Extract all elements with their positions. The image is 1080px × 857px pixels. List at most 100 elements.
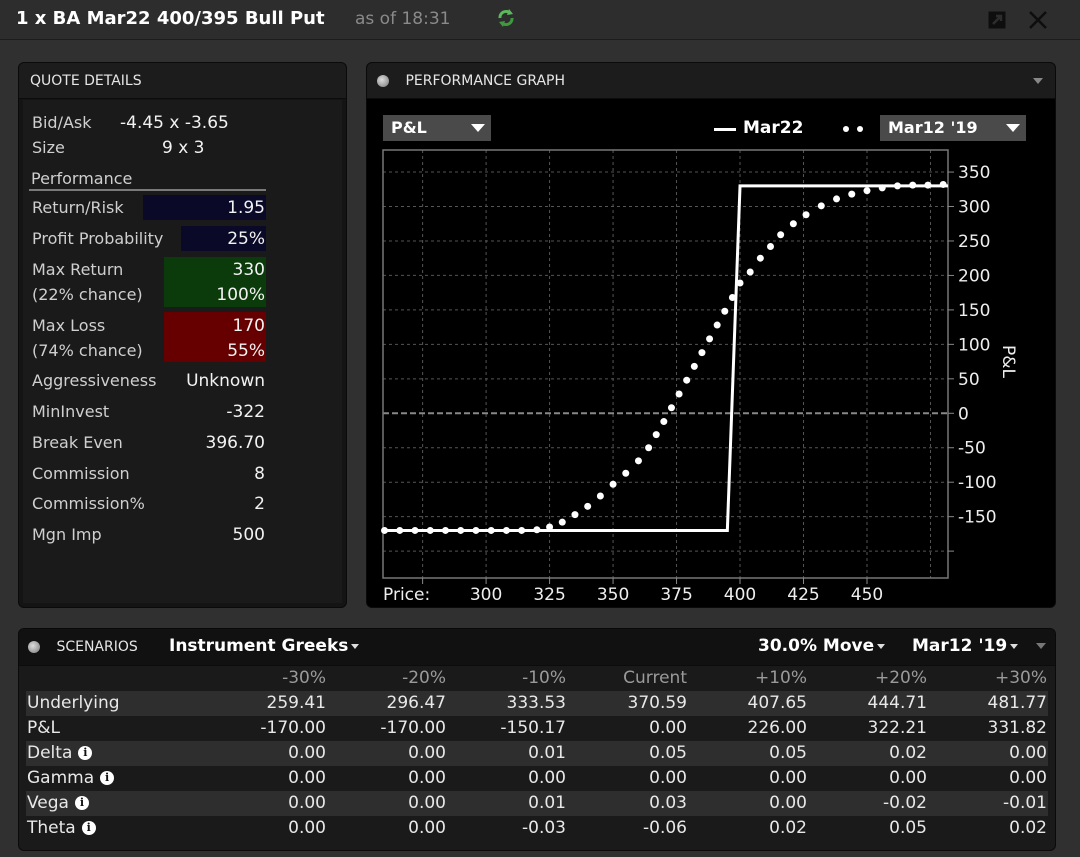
x-tick-label: 350 — [597, 585, 629, 605]
chevron-down-icon — [1006, 124, 1020, 132]
info-icon[interactable]: i — [78, 746, 93, 760]
table-cell: 296.47 — [386, 693, 446, 713]
table-cell: 0.01 — [528, 743, 566, 763]
table-cell: 0.00 — [408, 818, 446, 838]
column-header: -10% — [522, 668, 566, 688]
series-dotted-point — [645, 444, 653, 452]
scenario-date-dropdown-value: Mar12 '19 — [912, 636, 1008, 656]
series-dotted-point — [802, 211, 810, 219]
column-header: -30% — [282, 668, 326, 688]
quote-row-label: Commission% — [32, 494, 145, 513]
max-return-label: Max Return — [32, 260, 124, 279]
table-cell: 0.00 — [408, 793, 446, 813]
size-label: Size — [32, 138, 65, 157]
panel-menu-icon[interactable] — [1033, 78, 1043, 84]
table-cell: 0.02 — [1009, 818, 1047, 838]
panel-menu-icon[interactable] — [1036, 643, 1046, 649]
series-dotted-point — [789, 220, 797, 228]
view-dropdown-value: Instrument Greeks — [169, 636, 349, 656]
table-cell: 0.00 — [769, 768, 807, 788]
table-cell: 0.00 — [769, 793, 807, 813]
series-dotted-point — [660, 418, 668, 426]
series-dotted-point — [518, 526, 526, 534]
section-divider — [29, 189, 266, 191]
series-dotted-point — [939, 180, 947, 188]
table-cell: -0.01 — [1003, 793, 1047, 813]
close-icon[interactable] — [1028, 10, 1048, 30]
column-header: +30% — [994, 668, 1047, 688]
table-cell: -170.00 — [260, 718, 326, 738]
row-label: Delta i — [27, 741, 93, 766]
series-dotted-point — [426, 526, 434, 534]
max-loss-label: Max Loss — [32, 316, 106, 335]
scenario-header-row: -30% -20% -10% Current +10% +20% +30% — [26, 666, 1048, 691]
popout-icon[interactable] — [987, 10, 1007, 30]
refresh-icon[interactable] — [496, 8, 516, 28]
quote-row-value: -322 — [226, 402, 265, 422]
row-label: Vega i — [27, 791, 89, 816]
series-dotted-point — [683, 376, 691, 384]
series-dotted-point — [924, 181, 932, 189]
table-cell: 0.00 — [889, 768, 927, 788]
metric-dropdown-value: P&L — [391, 118, 427, 137]
move-dropdown[interactable]: 30.0% Move — [758, 636, 886, 656]
table-cell: 333.53 — [506, 693, 566, 713]
series-dotted-point — [667, 404, 675, 412]
row-label: Gamma i — [27, 766, 115, 791]
quote-row-label: Break Even — [32, 433, 123, 452]
x-axis-label: Price: — [383, 585, 430, 605]
table-cell: 259.41 — [266, 693, 326, 713]
row-label-text: Underlying — [27, 693, 120, 713]
table-cell: 322.21 — [867, 718, 927, 738]
profit-probability-label: Profit Probability — [32, 229, 164, 248]
panel-options-icon[interactable] — [377, 75, 389, 87]
series-dotted-point — [713, 321, 721, 329]
max-loss-percent: 55% — [227, 341, 265, 361]
y-tick-label: 150 — [958, 301, 990, 321]
series-dotted-point — [571, 511, 579, 519]
scenario-date-dropdown[interactable]: Mar12 '19 — [912, 636, 1019, 656]
x-tick-label: 400 — [724, 585, 756, 605]
table-cell: 444.71 — [867, 693, 927, 713]
y-tick-label: 0 — [958, 404, 969, 424]
y-tick-label: -100 — [958, 473, 997, 493]
table-cell: 0.02 — [889, 743, 927, 763]
y-tick-label: 300 — [958, 198, 990, 218]
chevron-down-icon — [351, 643, 360, 649]
column-header: +10% — [754, 668, 807, 688]
row-label: P&L — [27, 716, 60, 741]
date-dropdown[interactable]: Mar12 '19 — [880, 115, 1026, 141]
table-cell: -0.03 — [522, 818, 566, 838]
table-cell: 0.00 — [1009, 768, 1047, 788]
info-icon[interactable]: i — [100, 771, 115, 785]
chevron-down-icon — [1010, 643, 1019, 649]
series-dotted-point — [546, 523, 554, 531]
pnl-chart: 350 300 250 200 150 100 50 0 -50 -100 -150 300 325 35… — [381, 149, 1018, 605]
info-icon[interactable]: i — [74, 796, 89, 810]
quote-row-value: Unknown — [186, 371, 265, 391]
series-dotted-point — [690, 362, 698, 370]
table-cell: -0.06 — [643, 818, 687, 838]
y-tick-label: -50 — [958, 439, 986, 459]
performance-graph-header: PERFORMANCE GRAPH — [405, 73, 566, 89]
column-header: +20% — [874, 668, 927, 688]
chevron-down-icon — [877, 643, 886, 649]
legend-dotted-icon — [840, 126, 870, 132]
date-dropdown-value: Mar12 '19 — [888, 118, 978, 137]
table-cell: 0.00 — [288, 768, 326, 788]
row-label-text: P&L — [27, 718, 60, 738]
view-dropdown[interactable]: Instrument Greeks — [169, 636, 360, 656]
series-dotted-point — [381, 526, 389, 534]
metric-dropdown[interactable]: P&L — [383, 115, 491, 141]
quote-row-label: Aggressiveness — [32, 371, 157, 390]
series-dotted-point — [652, 431, 660, 439]
bid-ask-label: Bid/Ask — [32, 113, 92, 132]
row-label-text: Delta — [27, 743, 73, 763]
table-cell: 0.05 — [889, 818, 927, 838]
bid-ask-value: -4.45 x -3.65 — [120, 113, 229, 133]
info-icon[interactable]: i — [81, 821, 96, 835]
series-dotted-point — [533, 526, 541, 534]
panel-options-icon[interactable] — [28, 641, 40, 653]
quote-row-label: MinInvest — [32, 402, 110, 421]
table-cell: 407.65 — [747, 693, 807, 713]
